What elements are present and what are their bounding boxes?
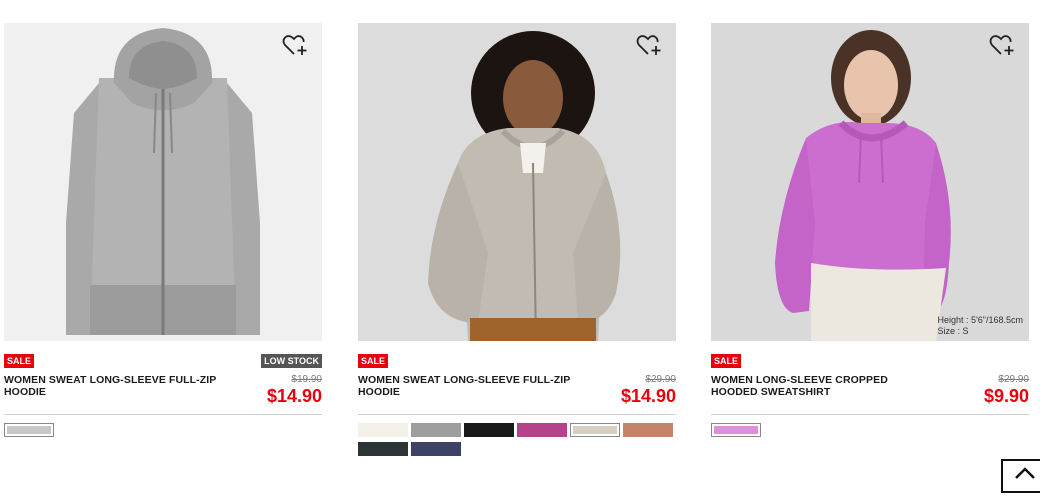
color-swatch[interactable] xyxy=(411,442,461,456)
color-swatches xyxy=(358,423,678,456)
model-info-caption: Height : 5'6"/168.5cm Size : S xyxy=(938,315,1023,337)
product-name[interactable]: WOMEN SWEAT LONG-SLEEVE FULL-ZIP HOODIE xyxy=(4,374,224,398)
sale-badge: SALE xyxy=(358,354,389,368)
color-swatch[interactable] xyxy=(517,423,567,437)
product-image-model-gray-hoodie[interactable] xyxy=(358,23,676,341)
hoodie-illustration xyxy=(4,23,322,341)
product-name[interactable]: WOMEN LONG-SLEEVE CROPPED HOODED SWEATSH… xyxy=(711,374,931,398)
divider xyxy=(711,414,1029,415)
color-swatch[interactable] xyxy=(358,442,408,456)
product-card[interactable]: SALE WOMEN SWEAT LONG-SLEEVE FULL-ZIP HO… xyxy=(358,23,676,456)
model-height-text: Height : 5'6"/168.5cm xyxy=(937,315,1023,325)
scroll-to-top-button[interactable] xyxy=(1001,459,1040,493)
original-price: $29.90 xyxy=(998,374,1029,385)
color-swatches xyxy=(711,423,1031,437)
color-swatch[interactable] xyxy=(4,423,54,437)
model-illustration xyxy=(711,23,1029,341)
sale-badge: SALE xyxy=(4,354,35,368)
chevron-up-icon xyxy=(1015,467,1035,479)
add-to-wishlist-icon[interactable] xyxy=(282,33,308,57)
low-stock-badge: LOW STOCK xyxy=(261,354,322,368)
product-name[interactable]: WOMEN SWEAT LONG-SLEEVE FULL-ZIP HOODIE xyxy=(358,374,578,398)
color-swatch[interactable] xyxy=(570,423,620,437)
sale-badge: SALE xyxy=(711,354,742,368)
product-image-gray-hoodie[interactable] xyxy=(4,23,322,341)
product-card[interactable]: Height : 5'6"/168.5cm Size : S SALE WOME… xyxy=(711,23,1029,437)
original-price: $19.90 xyxy=(291,374,322,385)
sale-price: $14.90 xyxy=(266,386,322,406)
sale-price: $9.90 xyxy=(983,386,1029,406)
color-swatch[interactable] xyxy=(711,423,761,437)
product-card[interactable]: SALE LOW STOCK WOMEN SWEAT LONG-SLEEVE F… xyxy=(4,23,322,437)
color-swatch[interactable] xyxy=(358,423,408,437)
color-swatch[interactable] xyxy=(411,423,461,437)
model-illustration xyxy=(358,23,676,341)
sale-price: $14.90 xyxy=(620,386,676,406)
divider xyxy=(4,414,322,415)
color-swatches xyxy=(4,423,324,437)
color-swatch[interactable] xyxy=(623,423,673,437)
color-swatch[interactable] xyxy=(464,423,514,437)
add-to-wishlist-icon[interactable] xyxy=(636,33,662,57)
original-price: $29.90 xyxy=(645,374,676,385)
divider xyxy=(358,414,676,415)
product-image-model-pink-sweatshirt[interactable]: Height : 5'6"/168.5cm Size : S xyxy=(711,23,1029,341)
add-to-wishlist-icon[interactable] xyxy=(989,33,1015,57)
model-size-text: Size : S xyxy=(937,326,969,336)
